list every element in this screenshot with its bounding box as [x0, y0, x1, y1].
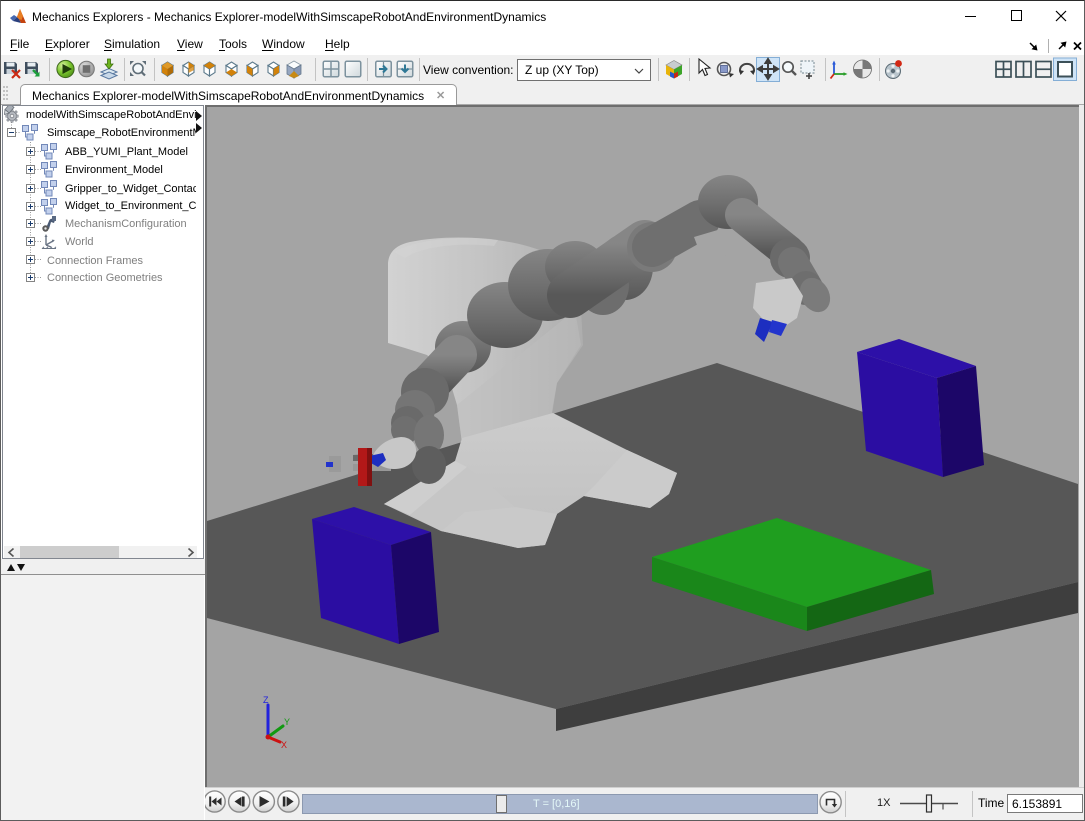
- svg-text:Z: Z: [263, 695, 269, 705]
- svg-text:Y: Y: [284, 717, 290, 727]
- svg-text:X: X: [281, 740, 287, 750]
